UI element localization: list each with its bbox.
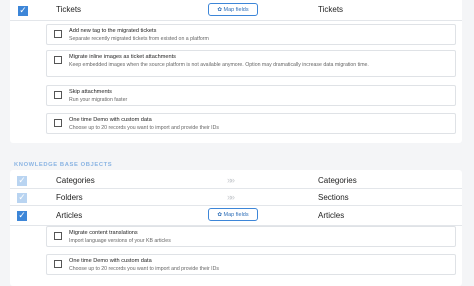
option-card: Add new tag to the migrated tickets Sepa… [46, 24, 456, 45]
kb-row-articles: ✓ Articles ✿ Map fields Articles [10, 206, 462, 226]
option-checkbox[interactable] [54, 30, 62, 38]
option-description: Choose up to 20 records you want to impo… [69, 125, 219, 131]
option-description: Keep embedded images when the source pla… [69, 62, 369, 68]
tickets-row: ✓ Tickets ✿ Map fields Tickets [10, 0, 462, 21]
check-icon: ✓ [18, 192, 26, 202]
option-description: Separate recently migrated tickets from … [69, 36, 209, 42]
gear-icon: ✿ [217, 7, 222, 13]
kb-row-categories: ✓ Categories »» Categories [10, 172, 462, 189]
option-description: Run your migration faster [69, 97, 128, 103]
option-description: Import language versions of your KB arti… [69, 238, 171, 244]
option-title: One time Demo with custom data [69, 117, 152, 123]
categories-checkbox[interactable]: ✓ [17, 175, 27, 186]
tickets-checkbox[interactable]: ✓ [18, 5, 28, 16]
articles-target-label: Articles [318, 211, 345, 220]
tickets-map-fields-button[interactable]: ✿ Map fields [208, 3, 258, 16]
option-checkbox[interactable] [54, 119, 62, 127]
gear-icon: ✿ [217, 212, 222, 218]
option-title: Migrate inline images as ticket attachme… [69, 54, 176, 60]
check-icon: ✓ [18, 175, 26, 185]
articles-map-fields-button[interactable]: ✿ Map fields [208, 208, 258, 221]
option-description: Choose up to 20 records you want to impo… [69, 266, 219, 272]
folders-checkbox[interactable]: ✓ [17, 192, 27, 203]
categories-target-label: Categories [318, 176, 357, 185]
tickets-target-label: Tickets [318, 5, 344, 14]
map-fields-label: Map fields [223, 7, 249, 13]
kb-row-folders: ✓ Folders »» Sections [10, 189, 462, 206]
sections-target-label: Sections [318, 193, 349, 202]
chevrons-right-icon: »» [227, 175, 235, 185]
option-card: Migrate inline images as ticket attachme… [46, 50, 456, 77]
folders-source-label: Folders [56, 193, 83, 202]
option-checkbox[interactable] [54, 260, 62, 268]
kb-panel: ✓ Categories »» Categories ✓ Folders »» … [10, 170, 462, 286]
option-card: Skip attachments Run your migration fast… [46, 85, 456, 106]
tickets-panel: ✓ Tickets ✿ Map fields Tickets Add new t… [10, 0, 462, 143]
option-title: One time Demo with custom data [69, 258, 152, 264]
chevrons-right-icon: »» [227, 192, 235, 202]
option-card: Migrate content translations Import lang… [46, 226, 456, 247]
categories-source-label: Categories [56, 176, 95, 185]
tickets-source-label: Tickets [56, 5, 82, 14]
option-card: One time Demo with custom data Choose up… [46, 113, 456, 134]
option-checkbox[interactable] [54, 91, 62, 99]
check-icon: ✓ [18, 210, 26, 220]
section-title: KNOWLEDGE BASE OBJECTS [14, 162, 113, 168]
option-checkbox[interactable] [54, 56, 62, 64]
articles-source-label: Articles [56, 211, 83, 220]
option-card: One time Demo with custom data Choose up… [46, 254, 456, 275]
articles-checkbox[interactable]: ✓ [17, 210, 27, 221]
option-checkbox[interactable] [54, 232, 62, 240]
option-title: Skip attachments [69, 89, 112, 95]
option-title: Migrate content translations [69, 230, 138, 236]
check-icon: ✓ [19, 5, 27, 15]
map-fields-label: Map fields [223, 212, 249, 218]
option-title: Add new tag to the migrated tickets [69, 28, 157, 34]
